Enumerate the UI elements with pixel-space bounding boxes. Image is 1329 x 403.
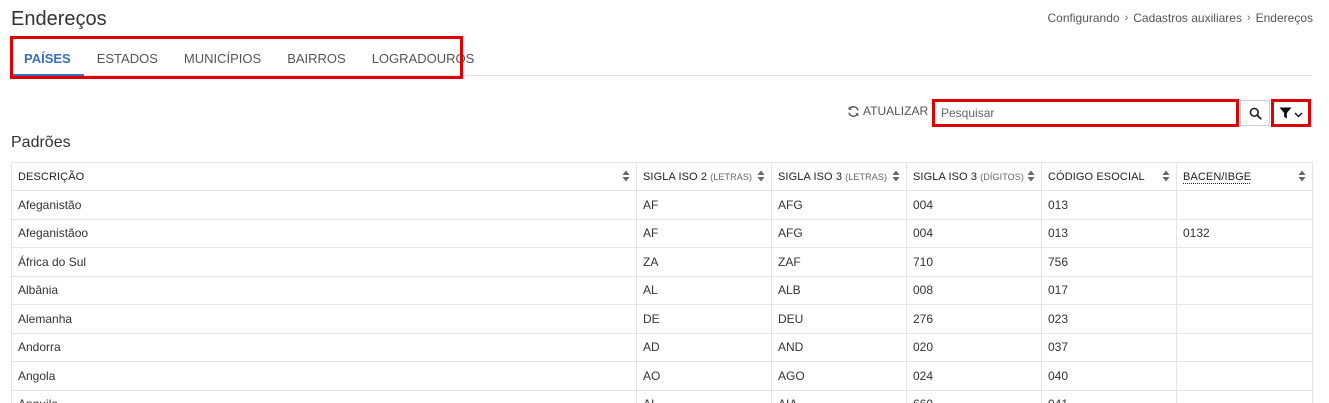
cell-descricao: África do Sul [12,248,637,277]
column-header-iso3-letters[interactable]: SIGLA ISO 3 (LETRAS) [772,163,907,191]
cell-iso3-letters: AFG [772,191,907,220]
cell-iso3-digits: 710 [907,248,1042,277]
cell-descricao: Andorra [12,333,637,362]
chevron-right-icon: › [1247,12,1251,24]
cell-descricao: Alemanha [12,305,637,334]
cell-codigo-esocial: 756 [1042,248,1177,277]
cell-bacen-ibge [1177,276,1313,305]
cell-bacen-ibge [1177,333,1313,362]
cell-iso2: AO [637,362,772,391]
sort-icon [622,170,630,182]
column-header-label: SIGLA ISO 2 [643,171,707,183]
section-title: Padrões [11,134,71,152]
table-row[interactable]: AnguilaAIAIA660041 [12,390,1313,403]
cell-codigo-esocial: 017 [1042,276,1177,305]
filter-icon [1279,107,1292,119]
cell-iso3-digits: 020 [907,333,1042,362]
cell-bacen-ibge: 0132 [1177,219,1313,248]
table-body: Afeganistão AF AFG 004 013 Afeganistãoo AF AFG 0… [12,191,1313,403]
table-header-row: DESCRIÇÃO SIGLA ISO 2 (LETRAS) SIGLA ISO… [12,163,1313,191]
refresh-icon [847,105,860,118]
cell-descricao: Angola [12,362,637,391]
column-header-sublabel: (LETRAS) [710,172,752,182]
cell-iso3-digits: 276 [907,305,1042,334]
filter-button[interactable] [1271,99,1311,127]
cell-iso2: AD [637,333,772,362]
search-box [932,99,1239,127]
sort-icon [757,170,765,182]
cell-iso3-letters: AFG [772,219,907,248]
refresh-label: ATUALIZAR [863,104,928,118]
countries-table: DESCRIÇÃO SIGLA ISO 2 (LETRAS) SIGLA ISO… [11,162,1313,403]
sort-icon [1027,170,1035,182]
cell-codigo-esocial: 023 [1042,305,1177,334]
table-row[interactable]: Afeganistão AF AFG 004 013 [12,191,1313,220]
cell-iso3-digits: 024 [907,362,1042,391]
table-row[interactable]: Alemanha DE DEU 276 023 [12,305,1313,334]
cell-descricao: Albânia [12,276,637,305]
search-icon [1249,107,1262,120]
cell-descricao: Anguila [12,390,637,403]
cell-iso2: AF [637,219,772,248]
column-header-iso3-digits[interactable]: SIGLA ISO 3 (DÍGITOS) [907,163,1042,191]
chevron-right-icon: › [1125,12,1129,24]
column-header-label: CÓDIGO ESOCIAL [1048,171,1145,183]
cell-iso3-letters: DEU [772,305,907,334]
tabs-highlight [10,36,463,79]
table-row[interactable]: África do Sul ZA ZAF 710 756 [12,248,1313,277]
refresh-button[interactable]: ATUALIZAR [847,104,928,118]
cell-codigo-esocial: 013 [1042,191,1177,220]
column-header-label: SIGLA ISO 3 [913,171,977,183]
cell-iso3-letters: ALB [772,276,907,305]
cell-bacen-ibge [1177,248,1313,277]
cell-bacen-ibge [1177,191,1313,220]
table-row[interactable]: Albânia AL ALB 008 017 [12,276,1313,305]
table-row[interactable]: Andorra AD AND 020 037 [12,333,1313,362]
cell-bacen-ibge [1177,305,1313,334]
cell-descricao: Afeganistãoo [12,219,637,248]
column-header-sublabel: (LETRAS) [845,172,887,182]
table-row[interactable]: Afeganistãoo AF AFG 004 013 0132 [12,219,1313,248]
cell-codigo-esocial: 040 [1042,362,1177,391]
column-header-iso2[interactable]: SIGLA ISO 2 (LETRAS) [637,163,772,191]
column-header-label: SIGLA ISO 3 [778,171,842,183]
cell-codigo-esocial: 041 [1042,390,1177,403]
column-header-bacen-ibge[interactable]: BACEN/IBGE [1177,163,1313,191]
cell-iso3-letters: AND [772,333,907,362]
breadcrumb-item[interactable]: Cadastros auxiliares [1133,11,1242,25]
column-header-label: DESCRIÇÃO [18,171,84,183]
cell-codigo-esocial: 037 [1042,333,1177,362]
breadcrumb-item: Endereços [1256,11,1313,25]
column-header-sublabel: (DÍGITOS) [980,172,1024,182]
breadcrumb: Configurando › Cadastros auxiliares › En… [1048,11,1314,25]
search-input[interactable] [935,102,1236,124]
cell-descricao: Afeganistão [12,191,637,220]
breadcrumb-item[interactable]: Configurando [1048,11,1120,25]
cell-iso3-letters: ZAF [772,248,907,277]
sort-icon [1298,170,1306,182]
column-header-descricao[interactable]: DESCRIÇÃO [12,163,637,191]
cell-bacen-ibge [1177,390,1313,403]
cell-iso2: AF [637,191,772,220]
sort-icon [1162,170,1170,182]
cell-codigo-esocial: 013 [1042,219,1177,248]
cell-iso3-digits: 004 [907,191,1042,220]
chevron-down-icon [1294,112,1303,118]
cell-iso3-digits: 660 [907,390,1042,403]
page-title: Endereços [11,8,107,31]
cell-iso3-letters: AIA [772,390,907,403]
column-header-codigo-esocial[interactable]: CÓDIGO ESOCIAL [1042,163,1177,191]
cell-bacen-ibge [1177,362,1313,391]
table-row[interactable]: Angola AO AGO 024 040 [12,362,1313,391]
cell-iso3-digits: 008 [907,276,1042,305]
cell-iso2: AI [637,390,772,403]
cell-iso3-digits: 004 [907,219,1042,248]
sort-icon [892,170,900,182]
cell-iso2: ZA [637,248,772,277]
cell-iso2: DE [637,305,772,334]
cell-iso2: AL [637,276,772,305]
column-header-label: BACEN/IBGE [1183,171,1251,183]
cell-iso3-letters: AGO [772,362,907,391]
search-button[interactable] [1240,100,1270,126]
